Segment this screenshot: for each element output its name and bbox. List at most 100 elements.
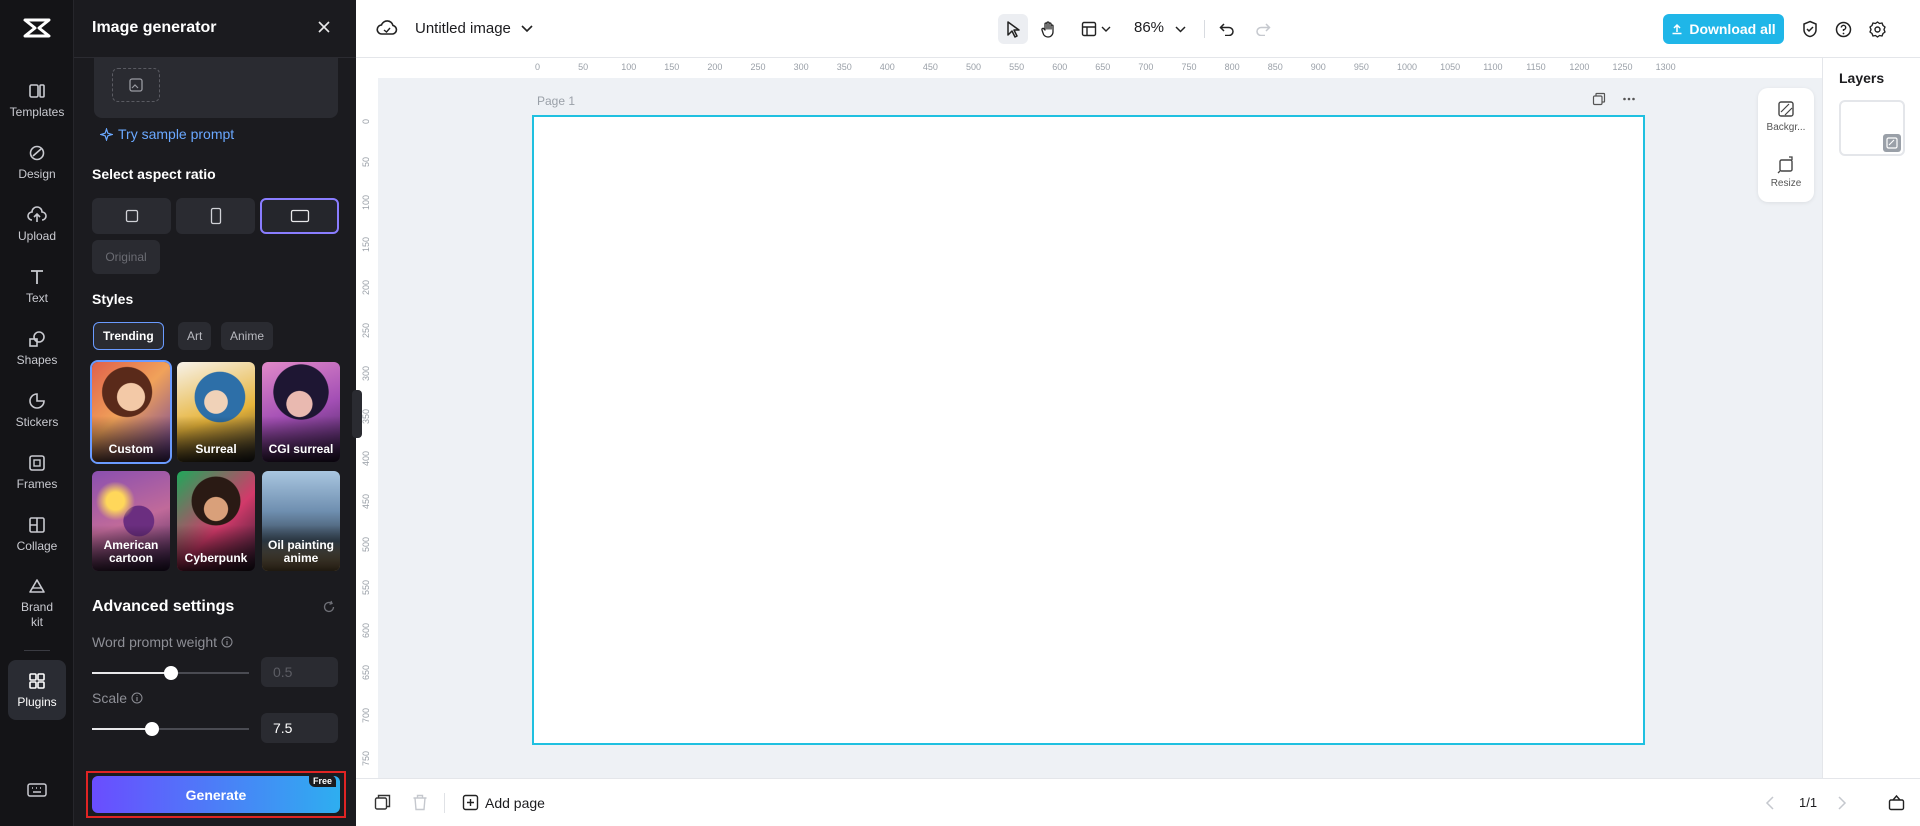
sparkle-icon bbox=[100, 127, 113, 141]
rail-item-plugins[interactable]: Plugins bbox=[8, 660, 66, 720]
download-all-button[interactable]: Download all bbox=[1663, 14, 1784, 44]
duplicate-page-icon[interactable] bbox=[1592, 92, 1606, 106]
ruler-tick-label: 0 bbox=[361, 118, 371, 124]
document-title[interactable]: Untitled image bbox=[415, 20, 533, 37]
reference-image-upload[interactable] bbox=[94, 58, 338, 118]
ruler-tick-label: 1000 bbox=[1397, 62, 1418, 72]
trash-icon bbox=[413, 794, 427, 811]
zoom-level[interactable]: 86% bbox=[1134, 19, 1164, 36]
style-card-cyberpunk[interactable]: Cyberpunk bbox=[177, 471, 255, 571]
style-card-cgi-surreal[interactable]: CGI surreal bbox=[262, 362, 340, 462]
ruler-tick-label: 650 bbox=[1095, 62, 1111, 72]
zoom-dropdown-button[interactable] bbox=[1170, 14, 1190, 44]
layers-panel: Layers bbox=[1822, 58, 1920, 778]
add-page-button[interactable]: Add page bbox=[462, 794, 545, 811]
try-sample-prompt-link[interactable]: Try sample prompt bbox=[100, 126, 234, 142]
background-tool-button[interactable]: Backgr... bbox=[1758, 90, 1814, 142]
templates-icon bbox=[27, 81, 47, 101]
scale-slider[interactable] bbox=[92, 722, 249, 736]
word-prompt-weight-input[interactable]: 0.5 bbox=[261, 657, 338, 687]
rail-item-frames[interactable]: Frames bbox=[0, 442, 74, 502]
cursor-icon bbox=[1007, 21, 1020, 38]
generate-label: Generate bbox=[185, 786, 247, 803]
layer-thumbnail[interactable] bbox=[1839, 100, 1905, 156]
generate-button[interactable]: Generate Free bbox=[92, 775, 340, 813]
redo-button[interactable] bbox=[1250, 14, 1276, 44]
rail-item-design[interactable]: Design bbox=[0, 132, 74, 192]
rail-item-label: Shapes bbox=[16, 353, 58, 367]
prev-page-button[interactable] bbox=[1765, 796, 1775, 815]
page-manager-button[interactable] bbox=[374, 794, 391, 816]
keyboard-shortcuts-icon[interactable] bbox=[27, 782, 47, 802]
resize-icon bbox=[1777, 155, 1793, 173]
help-button[interactable] bbox=[1830, 14, 1856, 44]
ruler-tick-label: 600 bbox=[1052, 62, 1068, 72]
aspect-ratio-landscape-button[interactable] bbox=[260, 198, 339, 234]
delete-page-button[interactable] bbox=[412, 794, 428, 816]
canvas-page[interactable] bbox=[532, 115, 1645, 745]
fit-screen-button[interactable] bbox=[1888, 794, 1905, 816]
advanced-settings-title: Advanced settings bbox=[92, 598, 235, 615]
word-prompt-weight-slider[interactable] bbox=[92, 666, 249, 680]
upload-icon bbox=[27, 205, 47, 225]
style-tab-trending[interactable]: Trending bbox=[93, 322, 164, 350]
slider-knob[interactable] bbox=[144, 722, 159, 736]
chevron-down-icon bbox=[1101, 26, 1111, 32]
document-title-text: Untitled image bbox=[415, 20, 511, 37]
resize-tool-button[interactable]: Resize bbox=[1758, 146, 1814, 198]
more-options-icon[interactable] bbox=[1622, 92, 1636, 106]
undo-button[interactable] bbox=[1214, 14, 1240, 44]
panel-header: Image generator bbox=[74, 0, 356, 58]
ruler-tick-label: 100 bbox=[621, 62, 637, 72]
ruler-tick-label: 300 bbox=[793, 62, 809, 72]
style-card-custom[interactable]: Custom bbox=[90, 360, 172, 464]
slider-knob[interactable] bbox=[163, 666, 178, 680]
hand-tool-button[interactable] bbox=[1034, 14, 1064, 44]
ruler-tick-label: 400 bbox=[879, 62, 895, 72]
word-prompt-weight-label: Word prompt weight bbox=[92, 634, 233, 650]
rail-item-stickers[interactable]: Stickers bbox=[0, 380, 74, 440]
style-card-label: Cyberpunk bbox=[184, 551, 248, 565]
next-page-button[interactable] bbox=[1837, 796, 1847, 815]
select-tool-button[interactable] bbox=[998, 14, 1028, 44]
style-tab-anime[interactable]: Anime bbox=[221, 322, 274, 350]
ruler-tick-label: 0 bbox=[535, 62, 541, 72]
rail-item-brand-kit[interactable]: Brand kit bbox=[0, 570, 74, 636]
close-icon[interactable] bbox=[316, 19, 336, 39]
background-tool-label: Backgr... bbox=[1766, 121, 1806, 133]
style-card-surreal[interactable]: Surreal bbox=[177, 362, 255, 462]
pages-icon bbox=[374, 794, 391, 810]
horizontal-ruler: 0 50 100 150 200 250 300 350 400 450 500 550 600 650 7… bbox=[378, 58, 1822, 78]
aspect-ratio-square-button[interactable] bbox=[92, 198, 171, 234]
hand-icon bbox=[1041, 21, 1054, 38]
info-icon[interactable] bbox=[131, 692, 143, 704]
rail-item-templates[interactable]: Templates bbox=[0, 70, 74, 130]
aspect-ratio-original-button[interactable]: Original bbox=[92, 240, 160, 274]
scale-input[interactable]: 7.5 bbox=[261, 713, 338, 743]
style-tab-art[interactable]: Art bbox=[178, 322, 212, 350]
layout-menu-button[interactable] bbox=[1076, 14, 1116, 44]
style-card-oil-painting-anime[interactable]: Oil painting anime bbox=[262, 471, 340, 571]
rail-item-collage[interactable]: Collage bbox=[0, 504, 74, 564]
info-icon[interactable] bbox=[221, 636, 233, 648]
scale-label-text: Scale bbox=[92, 690, 128, 706]
rail-item-shapes[interactable]: Shapes bbox=[0, 318, 74, 378]
panel-collapse-handle[interactable] bbox=[352, 390, 362, 438]
ruler-tick-label: 50 bbox=[361, 156, 371, 167]
rail-item-text[interactable]: Text bbox=[0, 256, 74, 316]
app-root: Templates Design Upload Text Shapes Stic… bbox=[0, 0, 1920, 826]
cloud-sync-icon[interactable] bbox=[376, 19, 398, 39]
capcut-logo-icon[interactable] bbox=[19, 16, 55, 44]
text-icon bbox=[27, 267, 47, 287]
ruler-tick-label: 150 bbox=[361, 237, 371, 253]
brand-kit-icon bbox=[27, 576, 47, 596]
frames-icon bbox=[27, 453, 47, 473]
settings-button[interactable] bbox=[1864, 14, 1890, 44]
rail-item-upload[interactable]: Upload bbox=[0, 194, 74, 254]
shield-button[interactable] bbox=[1797, 14, 1823, 44]
style-card-american-cartoon[interactable]: American cartoon bbox=[92, 471, 170, 571]
ruler-tick-label: 200 bbox=[707, 62, 723, 72]
aspect-ratio-portrait-button[interactable] bbox=[176, 198, 255, 234]
slider-fill bbox=[92, 728, 152, 730]
reset-icon[interactable] bbox=[322, 600, 338, 616]
